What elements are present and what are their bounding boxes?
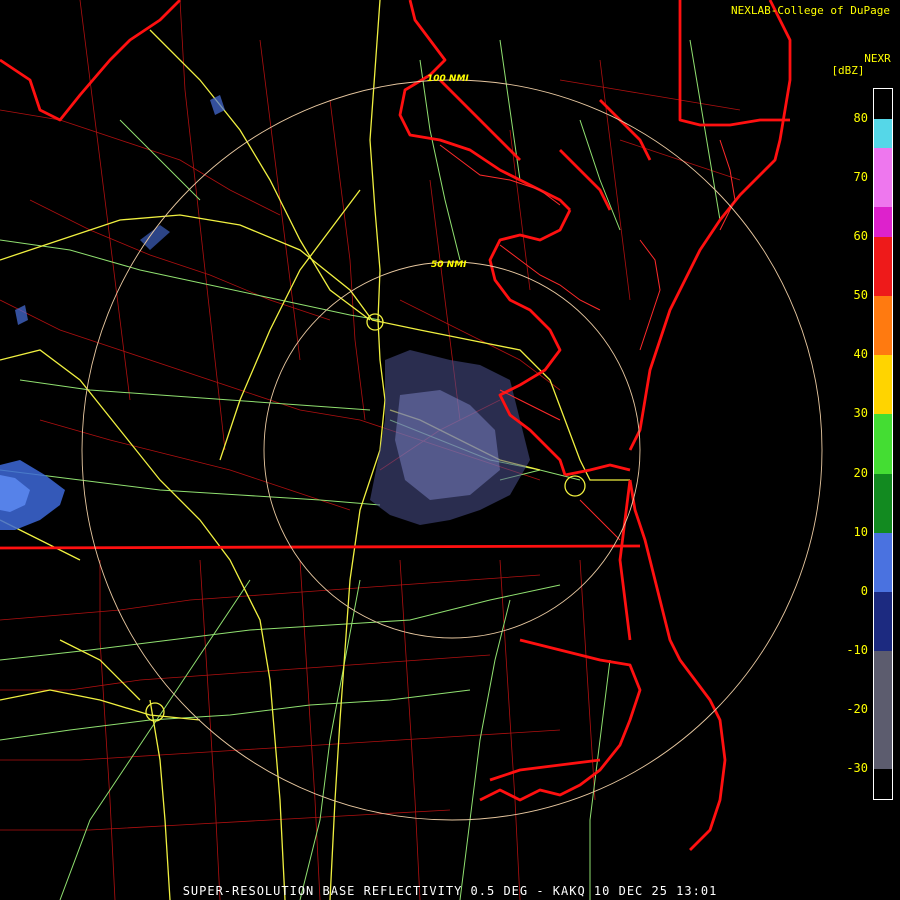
colorbar-segment [874, 148, 892, 208]
interstate-highways [0, 0, 630, 900]
colorbar-tick-label: -30 [846, 761, 868, 776]
colorbar-segment [874, 207, 892, 237]
colorbar-segment [874, 236, 892, 297]
colorbar-tick-label: -10 [846, 643, 868, 658]
colorbar-tick-label: 60 [853, 228, 868, 243]
range-ring-50-label: 50 NMI [431, 260, 467, 270]
colorbar-tick-label: 40 [853, 347, 868, 362]
unit-label: [dBZ] [831, 64, 865, 77]
credit-label: NEXLAB-College of DuPage [731, 4, 890, 17]
product-caption: SUPER-RESOLUTION BASE REFLECTIVITY 0.5 D… [182, 884, 718, 898]
colorbar-segment [874, 296, 892, 356]
colorbar-tick-label: 30 [853, 406, 868, 421]
colorbar-segment [874, 591, 892, 652]
colorbar-tick-label: 20 [853, 465, 868, 480]
colorbar-tick-label: 10 [853, 524, 868, 539]
colorbar-tick-label: 70 [853, 169, 868, 184]
colorbar-tick-label: 0 [860, 583, 868, 598]
colorbar-segment [874, 473, 892, 533]
colorbar-tick-label: 80 [853, 110, 868, 125]
colorbar-segment [874, 532, 892, 592]
range-ring-100-label: 100 NMI [427, 74, 469, 84]
colorbar-segment [874, 414, 892, 474]
colorbar-tick-label: -20 [846, 702, 868, 717]
radar-display: 100 NMI 50 NMI NEXLAB-College of DuPage … [0, 0, 900, 900]
colorbar-segment [874, 651, 892, 770]
reflectivity-colorbar [873, 88, 893, 800]
colorbar-tick-label: 50 [853, 288, 868, 303]
colorbar-segment [874, 118, 892, 149]
radar-map[interactable]: 100 NMI 50 NMI [0, 0, 900, 900]
colorbar-segment [874, 355, 892, 415]
